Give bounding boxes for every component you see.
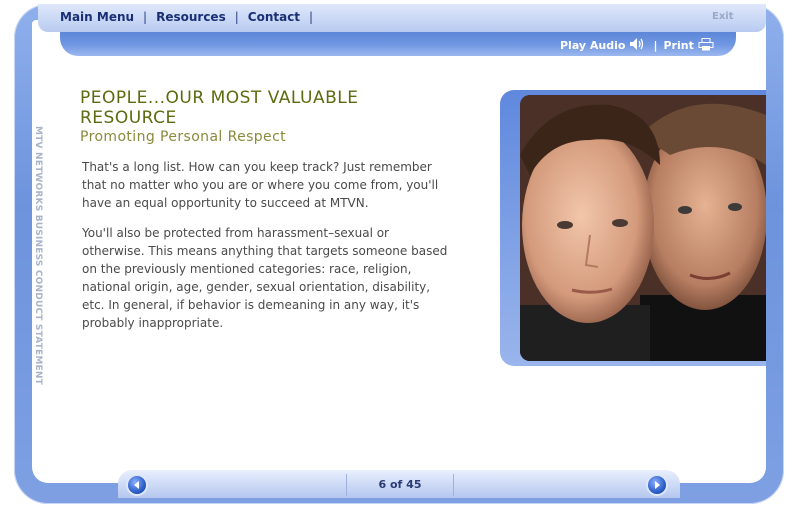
body-text: That's a long list. How can you keep tra… [82,158,454,344]
top-menu: Main Menu | Resources | Contact | [60,10,322,24]
nav-separator: | [143,10,148,24]
nav-separator: | [309,10,314,24]
speaker-icon [629,37,647,54]
nav-contact[interactable]: Contact [248,10,300,24]
page-subtitle: Promoting Personal Respect [80,129,287,145]
print-button[interactable]: Print [663,37,714,54]
paragraph: That's a long list. How can you keep tra… [82,160,439,210]
prev-page-button[interactable] [128,476,146,494]
page-indicator: 6 of 45 [346,474,454,496]
play-audio-button[interactable]: Play Audio [560,37,647,54]
print-label: Print [663,39,694,52]
paragraph: You'll also be protected from harassment… [82,226,448,330]
nav-main-menu[interactable]: Main Menu [60,10,134,24]
next-page-button[interactable] [648,476,666,494]
side-label-text: MTV NETWORKS BUSINESS CONDUCT STATEMENT [33,126,43,385]
printer-icon [698,37,714,54]
play-audio-label: Play Audio [560,39,626,52]
side-label: MTV NETWORKS BUSINESS CONDUCT STATEMENT [31,126,45,386]
page-title: PEOPLE...OUR MOST VALUABLE RESOURCE [80,88,359,128]
tools-group: Play Audio | Print [560,37,714,54]
exit-button[interactable]: Exit [712,11,734,22]
nav-separator: | [234,10,239,24]
nav-resources[interactable]: Resources [156,10,226,24]
arrow-left-icon [134,481,139,489]
photo-two-men [520,95,766,361]
arrow-right-icon [655,481,660,489]
tools-separator: | [653,39,658,52]
